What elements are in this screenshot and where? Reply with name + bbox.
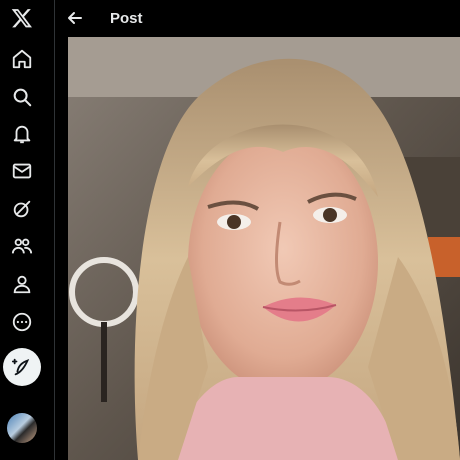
post-header: Post [55,0,460,36]
messages-envelope-icon[interactable] [4,155,40,187]
avatar[interactable] [7,413,37,443]
home-icon[interactable] [4,43,40,75]
grok-icon[interactable] [4,193,40,225]
x-logo-icon[interactable] [4,2,40,34]
search-icon[interactable] [4,81,40,113]
more-icon[interactable] [4,306,40,338]
selfie-photo [68,37,460,460]
communities-icon[interactable] [4,230,40,262]
profile-icon[interactable] [4,268,40,300]
back-button[interactable] [58,1,92,35]
compose-button[interactable] [3,348,41,386]
sidebar-divider [54,0,55,460]
compose-feather-icon [11,358,30,376]
post-media-image[interactable] [68,37,460,460]
page-title: Post [110,9,143,27]
notifications-bell-icon[interactable] [4,118,40,150]
sidebar [0,0,44,460]
arrow-left-icon [68,12,82,24]
